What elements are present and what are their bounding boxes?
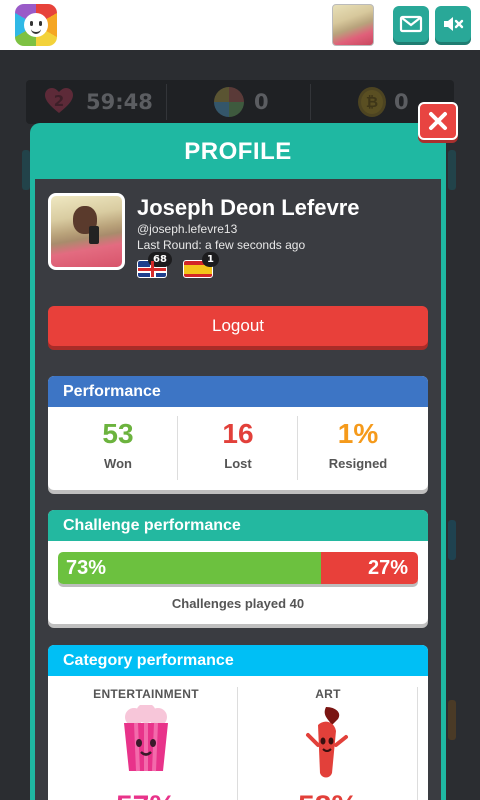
close-button[interactable] (418, 102, 458, 140)
category-pct: 58% (238, 789, 418, 800)
coins-count: 0 (394, 90, 409, 114)
lost-label: Lost (224, 456, 252, 471)
category-pct: 57% (56, 789, 236, 800)
lives-timer: 59:48 (86, 90, 153, 114)
popcorn-icon (124, 705, 168, 772)
modal-title: PROFILE (184, 138, 292, 165)
spain-flag-count: 1 (202, 252, 219, 267)
background-stats-bar: 2 59:48 0 ₿ 0 (26, 80, 454, 124)
trivia-crack-logo-icon[interactable] (15, 4, 57, 46)
won-label: Won (104, 456, 132, 471)
divider (166, 84, 167, 120)
category-name: ENTERTAINMENT (93, 687, 199, 701)
challenge-bar: 73% 27% (58, 552, 418, 584)
top-bar (0, 0, 480, 50)
coin-icon: ₿ (358, 87, 386, 117)
challenge-card: Challenge performance 73% 27% Challenges… (48, 510, 428, 624)
profile-handle: @joseph.lefevre13 (137, 222, 238, 236)
lives-count: 2 (54, 92, 64, 110)
category-title: Category performance (48, 645, 428, 676)
profile-name: Joseph Deon Lefevre (137, 195, 360, 220)
performance-card: Performance 53 Won 16 Lost 1% Resigned (48, 376, 428, 490)
heart-icon: 2 (45, 88, 73, 113)
lost-value: 16 (222, 418, 254, 449)
background-fragment (448, 150, 456, 190)
background-fragment (448, 700, 456, 740)
mail-button[interactable] (393, 6, 429, 42)
challenge-title: Challenge performance (48, 510, 428, 541)
last-round: Last Round: a few seconds ago (137, 238, 306, 252)
speaker-mute-icon (444, 17, 464, 31)
mute-button[interactable] (435, 6, 471, 42)
stat-resigned: 1% Resigned (298, 416, 418, 480)
challenges-played: Challenges played 40 (171, 596, 305, 611)
divider (310, 84, 311, 120)
won-value: 53 (102, 418, 134, 449)
stat-won: 53 Won (58, 416, 178, 480)
spins-count: 0 (254, 90, 269, 114)
logout-button[interactable]: Logout (48, 306, 428, 346)
wheel-icon (214, 87, 244, 117)
background-fragment (22, 150, 30, 190)
performance-title: Performance (48, 376, 428, 407)
stat-lost: 16 Lost (178, 416, 298, 480)
divider (417, 687, 418, 800)
close-icon (429, 112, 447, 130)
challenge-won-segment: 73% (58, 552, 321, 584)
category-card: Category performance ENTERTAINMENT 57% A… (48, 645, 428, 800)
resigned-label: Resigned (328, 456, 388, 471)
profile-avatar (48, 193, 125, 270)
resigned-value: 1% (337, 418, 379, 449)
category-name: ART (315, 687, 341, 701)
user-avatar[interactable] (332, 4, 374, 46)
paintbrush-icon (306, 707, 348, 778)
mail-icon (399, 15, 423, 33)
challenge-lost-segment: 27% (321, 552, 418, 584)
category-art: ART 58% (238, 687, 418, 800)
category-entertainment: ENTERTAINMENT 57% (56, 687, 236, 800)
background-fragment (448, 520, 456, 560)
